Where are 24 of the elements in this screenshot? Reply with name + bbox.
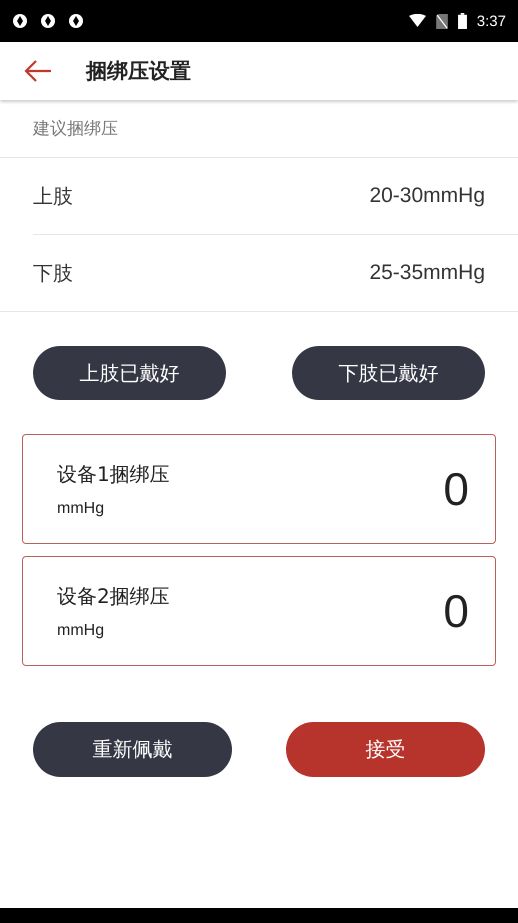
unit-label: mmHg bbox=[57, 622, 106, 640]
device-label: 设备1捆绑压 bbox=[57, 460, 170, 488]
worn-button[interactable]: 下肢已戴好 bbox=[292, 346, 485, 400]
back-arrow-icon bbox=[24, 59, 52, 83]
pressure-range: 20-30mmHg bbox=[369, 184, 485, 208]
section-heading: 建议捆绑压 bbox=[0, 100, 518, 158]
notification-icon bbox=[12, 13, 28, 29]
notification-icon bbox=[40, 13, 56, 29]
wifi-icon bbox=[408, 14, 426, 28]
pressure-value: 0 bbox=[443, 584, 469, 638]
unit-label: mmHg bbox=[57, 500, 106, 518]
pressure-value: 0 bbox=[443, 462, 469, 516]
status-time: 3:37 bbox=[476, 12, 506, 30]
limb-label: 上肢 bbox=[33, 182, 73, 210]
worn-button[interactable]: 上肢已戴好 bbox=[33, 346, 226, 400]
accept-button[interactable]: 接受 bbox=[286, 722, 485, 777]
battery-icon bbox=[458, 13, 467, 29]
notification-icon bbox=[68, 13, 84, 29]
page-title: 捆绑压设置 bbox=[86, 58, 191, 85]
device-label: 设备2捆绑压 bbox=[57, 582, 170, 610]
pressure-range: 25-35mmHg bbox=[369, 261, 485, 285]
no-sim-icon bbox=[436, 14, 448, 28]
rewear-button[interactable]: 重新佩戴 bbox=[33, 722, 232, 777]
limb-label: 下肢 bbox=[33, 260, 73, 286]
